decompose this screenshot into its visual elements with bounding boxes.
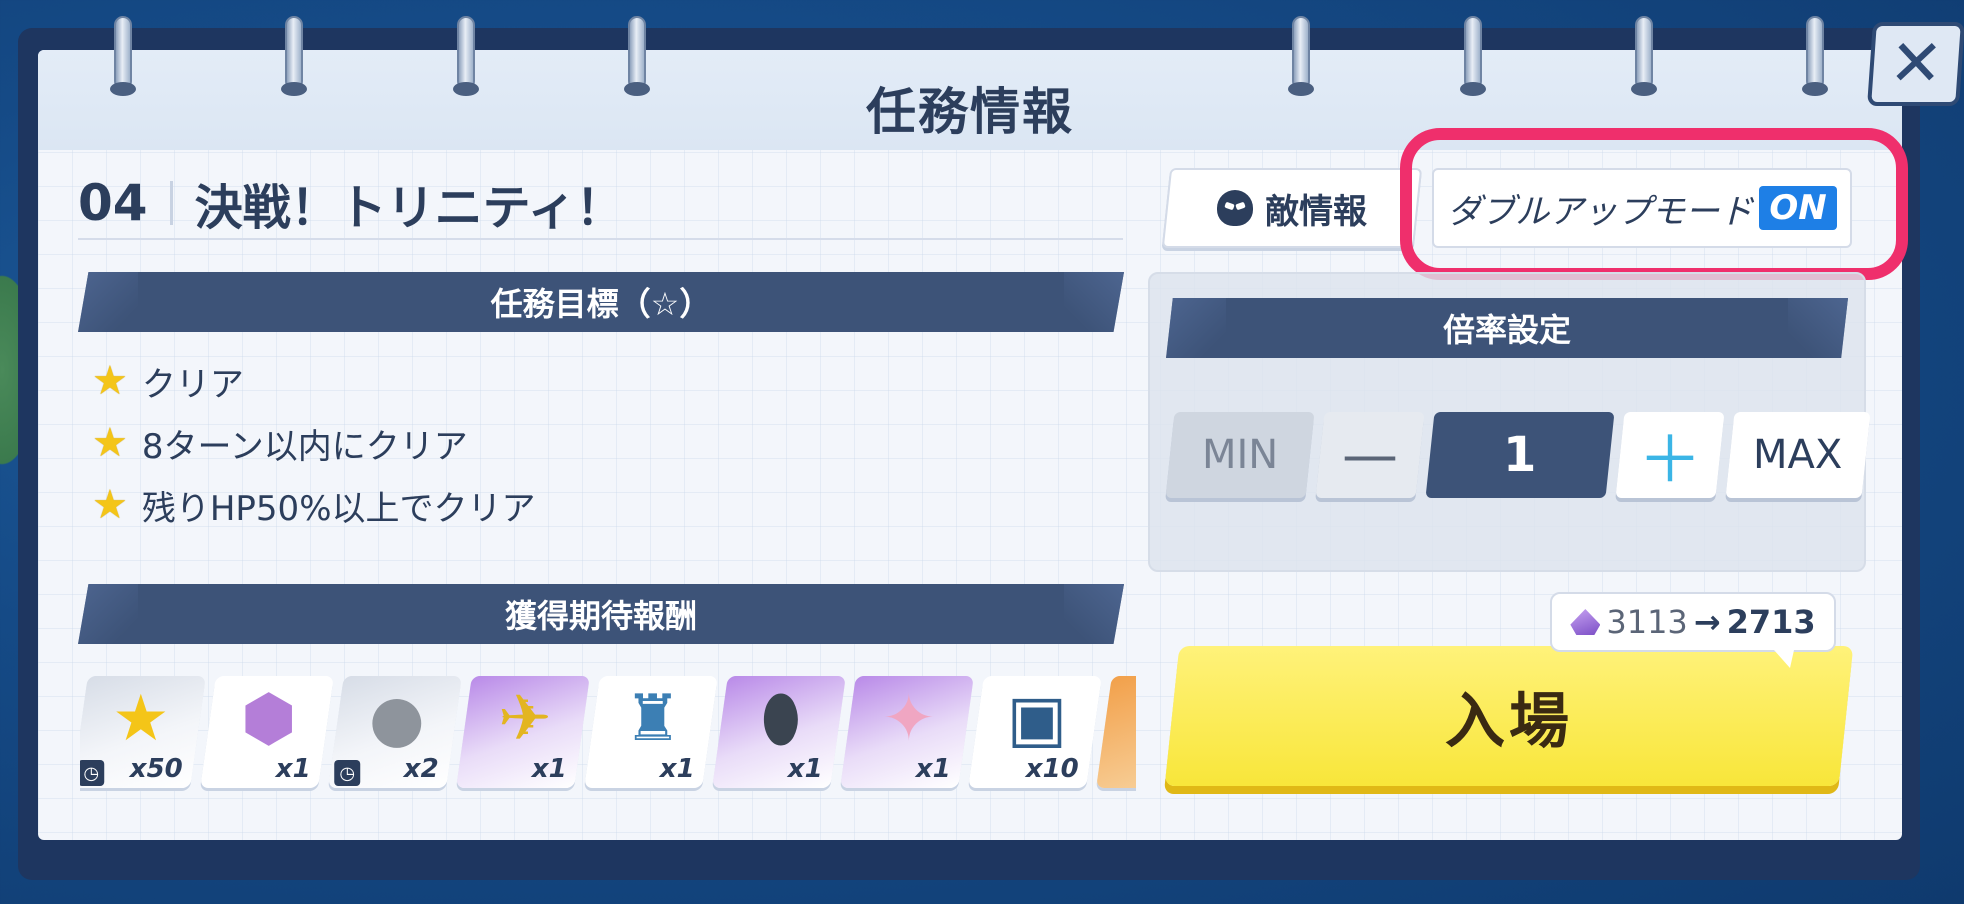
objective-item: ★ クリア [92,350,536,412]
totem-icon: ♜ [624,682,682,756]
reward-item[interactable]: ⬮ x1 [712,676,846,788]
reward-item[interactable]: ⬢ x1 [200,676,334,788]
gold-star-icon: ★ [112,682,170,756]
binder-ring-icon [1288,16,1314,96]
binder-ring-icon [281,16,307,96]
student-portrait-icon: ⬢ [240,682,297,756]
objectives-header-label: 任務目標（☆） [490,285,712,323]
enter-label: 入場 [1445,686,1573,757]
mystery-chest-icon: ▣ [1006,682,1068,756]
partial-item-icon: ◆ [1106,682,1136,756]
objective-text: 8ターン以内にクリア [141,426,468,467]
stage-title: 04 決戦！トリニティ！ [78,168,1123,240]
objective-text: クリア [141,364,244,405]
reward-quantity: x10 [1025,754,1079,784]
pyroxene-gem-icon [1570,609,1601,635]
binder-ring-icon [1631,16,1657,96]
golden-artifact-icon: ✈ [498,682,552,756]
star-icon: ★ [92,482,128,528]
cost-after: 2713 [1726,603,1816,641]
objective-item: ★ 残りHP50%以上でクリア [92,474,536,536]
rate-settings-header: 倍率設定 [1166,298,1848,358]
objective-text: 残りHP50%以上でクリア [141,488,536,529]
highlight-annotation [1400,128,1908,280]
minus-icon: — [1342,422,1398,488]
close-icon: ✕ [1886,27,1946,101]
reward-item[interactable]: ● x2 ◷ [328,676,462,788]
rate-settings-header-label: 倍率設定 [1442,311,1571,349]
enter-button[interactable]: 入場 [1164,646,1854,786]
binder-ring-icon [624,16,650,96]
binder-ring-icon [1460,16,1486,96]
star-icon: ★ [92,420,128,466]
stage-number: 04 [78,174,148,232]
binder-ring-icon [453,16,479,96]
reward-quantity: x1 [915,754,951,784]
close-button[interactable]: ✕ [1867,22,1964,106]
max-label: MAX [1753,432,1843,478]
min-button[interactable]: MIN [1165,412,1315,498]
reward-item[interactable]: ◆ [1096,676,1136,788]
plus-icon: ＋ [1638,424,1702,498]
dark-egg-icon: ⬮ [760,682,801,756]
clock-icon: ◷ [80,760,105,786]
stone-icon: ● [368,682,425,756]
rate-value: 1 [1425,412,1615,498]
max-button[interactable]: MAX [1725,412,1871,498]
cost-bubble: 3113 → 2713 [1550,592,1836,668]
reward-quantity: x1 [275,754,311,784]
reward-item[interactable]: ★ x50 ◷ [80,676,206,788]
star-icon: ★ [92,358,128,404]
reward-item[interactable]: ♜ x1 [584,676,718,788]
rate-controls: MIN — 1 ＋ MAX [1165,412,1871,498]
increase-button[interactable]: ＋ [1615,412,1725,498]
reward-item[interactable]: ✦ x1 [840,676,974,788]
enemy-info-button[interactable]: 敵情報 [1161,168,1423,248]
pink-fragment-icon: ✦ [882,682,936,756]
enemy-skull-icon [1217,190,1253,226]
objective-item: ★ 8ターン以内にクリア [92,412,536,474]
reward-quantity: x1 [787,754,823,784]
stage-title-divider [169,181,173,225]
stage-name: 決戦！トリニティ！ [194,180,624,236]
rewards-list: ★x50◷⬢x1●x2◷✈x1♜x1⬮x1✦x1▣x10◆ [80,676,1136,792]
binder-ring-icon [110,16,136,96]
rewards-header-label: 獲得期待報酬 [504,597,697,635]
reward-quantity: x1 [531,754,567,784]
cost-current: 3113 [1606,603,1688,641]
reward-quantity: x2 [403,754,439,784]
enemy-info-label: 敵情報 [1265,191,1367,232]
min-label: MIN [1201,432,1279,478]
arrow-right-icon: → [1693,603,1721,641]
reward-quantity: x1 [659,754,695,784]
binder-ring-icon [1802,16,1828,96]
reward-item[interactable]: ▣ x10 [968,676,1102,788]
objectives-list: ★ クリア ★ 8ターン以内にクリア ★ 残りHP50%以上でクリア [92,350,536,536]
clock-icon: ◷ [334,760,361,786]
reward-quantity: x50 [129,754,183,784]
rate-value-text: 1 [1503,427,1537,483]
objectives-header: 任務目標（☆） [78,272,1124,332]
decrease-button[interactable]: — [1315,412,1425,498]
reward-item[interactable]: ✈ x1 [456,676,590,788]
rewards-header: 獲得期待報酬 [78,584,1124,644]
